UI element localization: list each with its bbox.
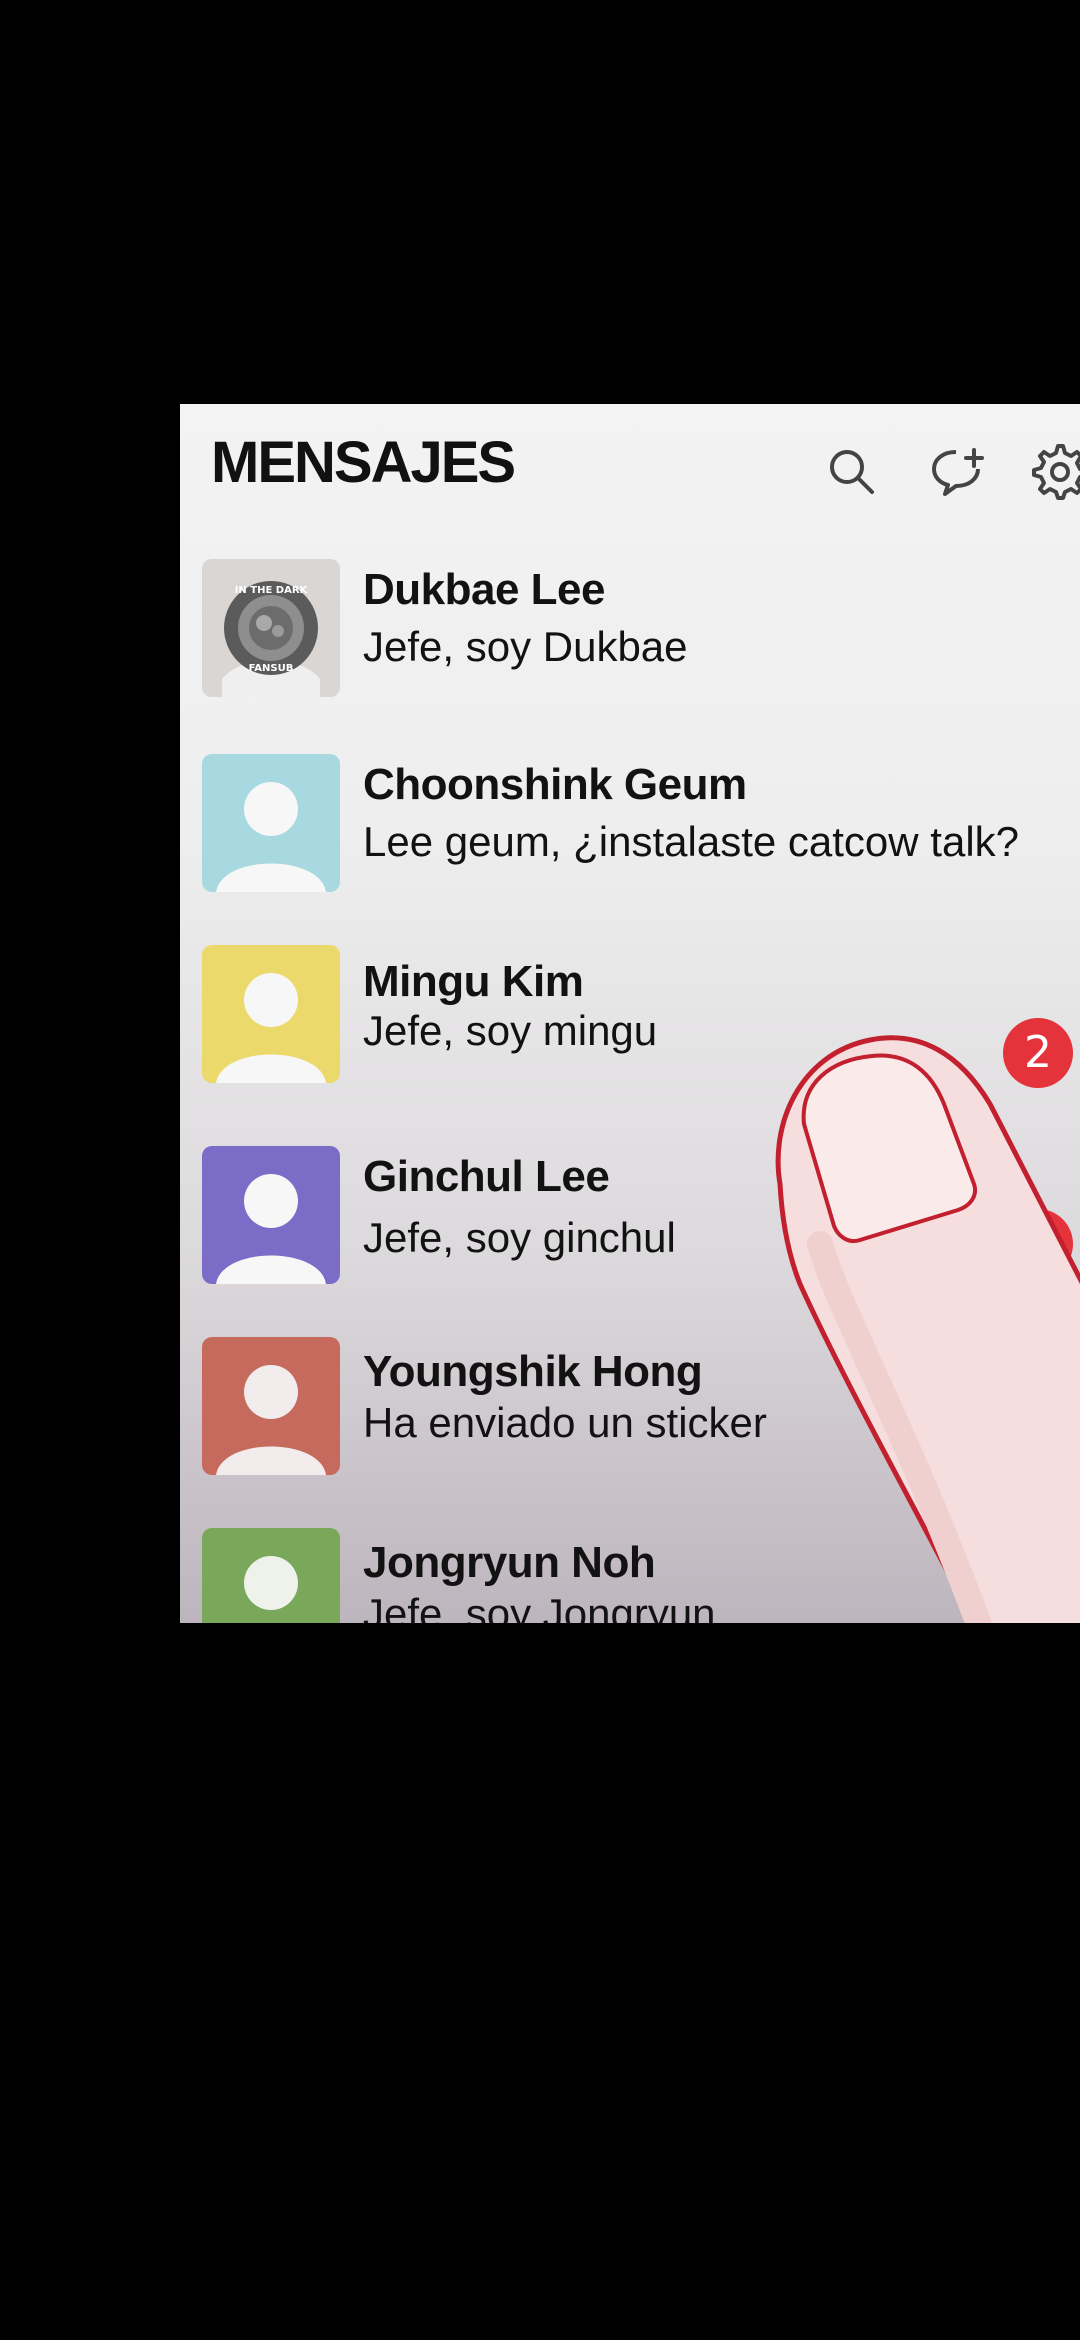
conversation-item[interactable]: IN THE DARK FANSUB Dukbae Lee Jefe, soy … <box>180 559 1080 709</box>
avatar <box>202 1528 340 1623</box>
person-icon <box>202 754 340 892</box>
unread-badge: 2 <box>1003 1018 1073 1088</box>
contact-name: Choonshink Geum <box>363 760 747 809</box>
person-icon <box>202 945 340 1083</box>
last-message: Jefe, soy ginchul <box>363 1214 676 1261</box>
header: MENSAJES <box>180 404 1080 544</box>
last-message: Ha enviado un sticker <box>363 1399 767 1446</box>
conversation-item[interactable]: Mingu Kim Jefe, soy mingu 2 <box>180 945 1080 1095</box>
last-message: Jefe, soy Dukbae <box>363 623 688 670</box>
conversation-item[interactable]: Ginchul Lee Jefe, soy ginchul 1 <box>180 1146 1080 1296</box>
avatar <box>202 754 340 892</box>
contact-name: Dukbae Lee <box>363 565 605 614</box>
last-message: Lee geum, ¿instalaste catcow talk? <box>363 818 1020 865</box>
messages-panel: MENSAJES IN THE DARK FANSUB Dukbae Lee J… <box>180 404 1080 1623</box>
person-icon <box>202 1528 340 1623</box>
contact-name: Jongryun Noh <box>363 1538 656 1587</box>
avatar <box>202 1337 340 1475</box>
avatar <box>202 945 340 1083</box>
conversation-item[interactable]: Youngshik Hong Ha enviado un sticker <box>180 1337 1080 1487</box>
svg-text:IN THE DARK: IN THE DARK <box>235 585 309 596</box>
avatar <box>202 1146 340 1284</box>
last-message: Jefe, soy Jongryun <box>363 1590 716 1623</box>
settings-icon[interactable] <box>1030 442 1080 502</box>
person-icon <box>202 1146 340 1284</box>
page-title: MENSAJES <box>211 430 516 495</box>
unread-badge: 1 <box>1003 1209 1073 1279</box>
conversation-item[interactable]: Jongryun Noh Jefe, soy Jongryun <box>180 1528 1080 1623</box>
avatar: IN THE DARK FANSUB <box>202 559 340 697</box>
new-chat-icon[interactable] <box>928 442 988 502</box>
search-icon[interactable] <box>822 442 882 502</box>
last-message: Jefe, soy mingu <box>363 1007 658 1054</box>
person-icon <box>202 1337 340 1475</box>
screen: MENSAJES IN THE DARK FANSUB Dukbae Lee J… <box>0 0 1080 2340</box>
fansub-logo-icon: IN THE DARK FANSUB <box>202 559 340 697</box>
conversation-item[interactable]: Choonshink Geum Lee geum, ¿instalaste ca… <box>180 754 1080 904</box>
svg-text:FANSUB: FANSUB <box>249 663 294 674</box>
contact-name: Mingu Kim <box>363 957 584 1006</box>
contact-name: Ginchul Lee <box>363 1152 610 1201</box>
contact-name: Youngshik Hong <box>363 1347 703 1396</box>
